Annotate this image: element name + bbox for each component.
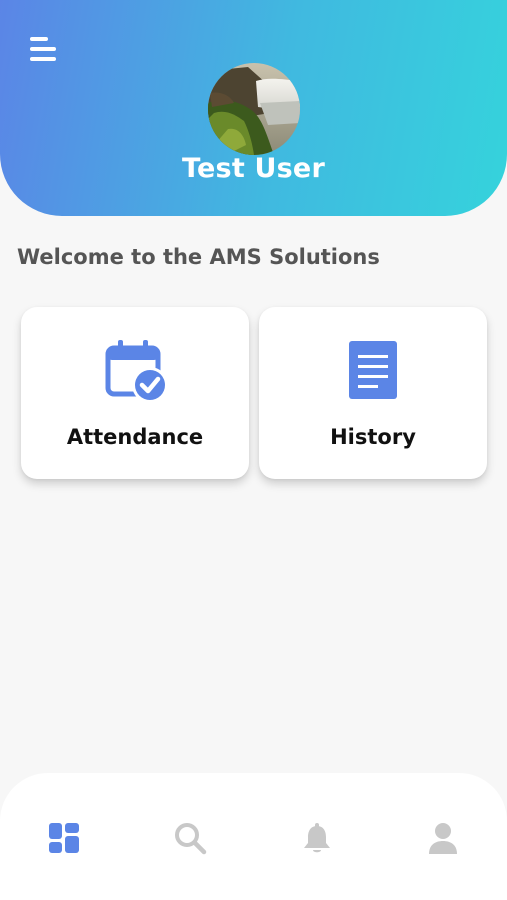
waterfall-photo [208,63,300,155]
bottom-navigation [0,773,507,900]
profile-header: Test User [0,0,507,216]
user-icon [429,823,457,854]
attendance-card[interactable]: Attendance [21,307,249,479]
history-card[interactable]: History [259,307,487,479]
menu-icon[interactable] [30,36,60,64]
nav-profile[interactable] [423,818,463,858]
document-icon [349,341,397,399]
user-name: Test User [182,153,325,184]
search-icon [175,823,207,855]
app-screen: Test User Welcome to the AMS Solutions A… [0,0,507,900]
nav-notifications[interactable] [297,818,337,858]
nav-dashboard[interactable] [44,818,84,858]
calendar-check-icon [105,340,168,403]
avatar[interactable] [208,63,300,155]
nav-search[interactable] [170,818,210,858]
attendance-label: Attendance [66,425,204,449]
dashboard-icon [49,823,79,853]
history-label: History [330,425,416,449]
welcome-heading: Welcome to the AMS Solutions [17,245,380,269]
bell-icon [304,823,330,853]
